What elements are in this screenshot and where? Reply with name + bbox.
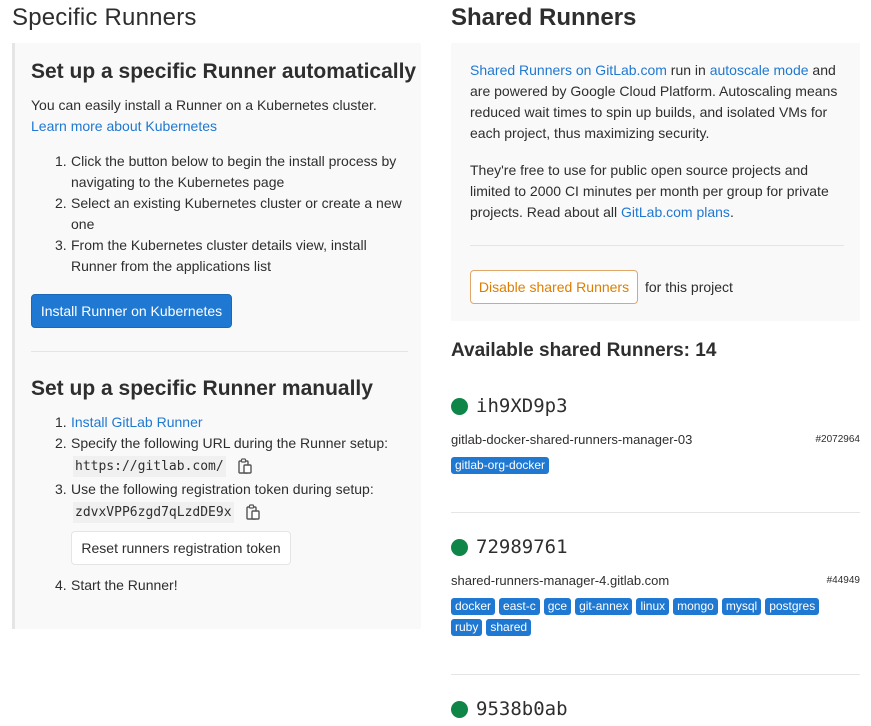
copy-icon[interactable] <box>238 458 252 474</box>
gitlab-plans-link[interactable]: GitLab.com plans <box>621 204 730 220</box>
shared-description: Shared Runners on GitLab.com run in auto… <box>470 62 838 141</box>
runner-id: 9538b0ab <box>476 698 568 720</box>
registration-token: zdvxVPP6zgd7qLzdDE9x <box>73 501 234 523</box>
manual-setup-title: Set up a specific Runner manually <box>31 377 373 400</box>
runner-tag: gitlab-org-docker <box>451 457 550 474</box>
shared-pricing-description: They're free to use for public open sour… <box>470 162 829 220</box>
auto-desc-text: You can easily install a Runner on a Kub… <box>31 97 377 113</box>
runner-tag: docker <box>451 598 496 615</box>
auto-setup-steps: 1. Click the button below to begin the in… <box>55 151 405 277</box>
runner-description: gitlab-docker-shared-runners-manager-03 <box>451 431 693 447</box>
list-item: 2. Select an existing Kubernetes cluster … <box>55 195 402 232</box>
runner-item: 9538b0ab <box>451 695 860 723</box>
disable-shared-runners-button[interactable]: Disable shared Runners <box>470 270 638 304</box>
runner-item: ih9XD9p3 gitlab-docker-shared-runners-ma… <box>451 392 860 478</box>
runner-tag: linux <box>636 598 670 615</box>
available-runners-title: Available shared Runners: 14 <box>451 340 717 361</box>
shared-runners-panel: Shared Runners on GitLab.com run in auto… <box>451 43 860 321</box>
manual-setup-steps: 1. Install GitLab Runner 2. Specify the f… <box>55 412 415 596</box>
runner-tag: mysql <box>721 598 762 615</box>
autoscale-mode-link[interactable]: autoscale mode <box>710 62 809 78</box>
list-item: 1. Click the button below to begin the in… <box>55 153 397 190</box>
specific-runners-panel: Set up a specific Runner automatically Y… <box>12 43 421 629</box>
install-runner-kubernetes-button[interactable]: Install Runner on Kubernetes <box>31 294 232 328</box>
runner-tags: gitlab-org-docker <box>451 457 851 478</box>
divider <box>470 245 844 246</box>
list-item: 4. Start the Runner! <box>55 577 178 593</box>
list-item: 2. Specify the following URL during the … <box>55 433 415 479</box>
runner-tag: ruby <box>451 619 483 636</box>
online-status-icon <box>451 538 468 556</box>
learn-kubernetes-link[interactable]: Learn more about Kubernetes <box>31 118 217 134</box>
auto-setup-title: Set up a specific Runner automatically <box>31 60 417 83</box>
runner-item: 72989761 shared-runners-manager-4.gitlab… <box>451 533 860 640</box>
runner-tag: postgres <box>765 598 820 615</box>
reset-token-button[interactable]: Reset runners registration token <box>71 531 291 565</box>
auto-setup-description: You can easily install a Runner on a Kub… <box>31 95 411 137</box>
token-row: zdvxVPP6zgd7qLzdDE9x <box>73 501 374 523</box>
online-status-icon <box>451 700 468 718</box>
for-project-text: for this project <box>645 279 733 295</box>
online-status-icon <box>451 397 468 415</box>
runner-tag: git-annex <box>575 598 633 615</box>
list-item: 3. From the Kubernetes cluster details vi… <box>55 237 367 274</box>
shared-runners-title: Shared Runners <box>451 4 637 31</box>
runner-number: #44949 <box>826 574 860 586</box>
runner-tag: mongo <box>673 598 718 615</box>
runner-id: 72989761 <box>476 536 568 558</box>
runner-url: https://gitlab.com/ <box>73 455 226 477</box>
runner-number: #2072964 <box>815 433 861 445</box>
url-row: https://gitlab.com/ <box>73 455 388 477</box>
divider <box>451 512 860 513</box>
divider <box>451 674 860 675</box>
divider <box>31 351 408 352</box>
copy-icon[interactable] <box>245 504 260 520</box>
runner-tag: gce <box>543 598 572 615</box>
list-item: 3. Use the following registration token … <box>55 479 415 575</box>
runner-tag: east-c <box>499 598 540 615</box>
specific-runners-title: Specific Runners <box>12 4 197 31</box>
runner-description: shared-runners-manager-4.gitlab.com <box>451 572 670 588</box>
runner-id: ih9XD9p3 <box>476 395 568 417</box>
shared-runners-link[interactable]: Shared Runners on GitLab.com <box>470 62 667 78</box>
runner-tag: shared <box>486 619 532 636</box>
list-item: 1. Install GitLab Runner <box>55 412 415 433</box>
install-gitlab-runner-link[interactable]: Install GitLab Runner <box>71 412 203 433</box>
runner-tags: docker east-c gce git-annex linux mongo … <box>451 598 851 640</box>
